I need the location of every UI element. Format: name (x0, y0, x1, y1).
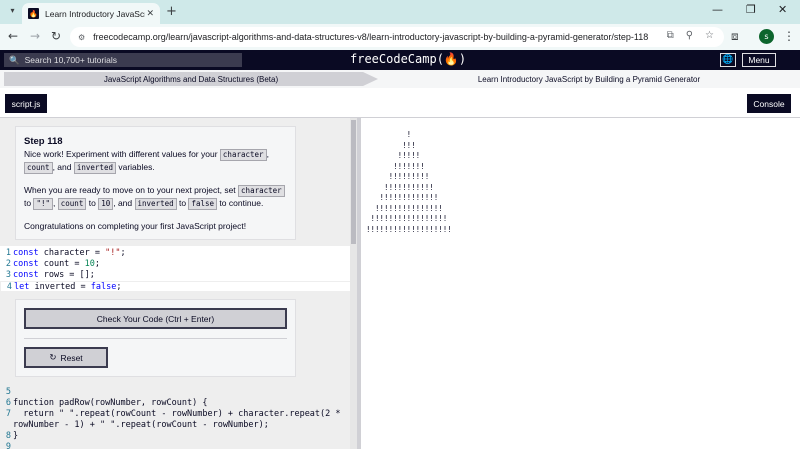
code-chip: character (219, 149, 267, 161)
tab-list-icon[interactable]: ▾ (6, 4, 19, 17)
editable-code-region[interactable]: 1 const character = "!"; 2 const count =… (0, 246, 357, 292)
minimize-icon[interactable]: — (712, 3, 723, 16)
scrollbar-thumb[interactable] (351, 120, 356, 244)
breadcrumb: JavaScript Algorithms and Data Structure… (0, 70, 800, 88)
editor-pane: Step 118 Nice work! Experiment with diff… (0, 118, 357, 449)
address-bar[interactable]: ⚙ freecodecamp.org/learn/javascript-algo… (70, 27, 724, 47)
extensions-icon[interactable]: ⧈ (731, 29, 739, 44)
code-chip: 10 (98, 198, 114, 210)
editor-scrollbar[interactable] (350, 118, 357, 449)
reload-icon[interactable]: ↻ (51, 29, 61, 43)
code-chip: "!" (33, 198, 54, 210)
url-text: freecodecamp.org/learn/javascript-algori… (93, 32, 649, 42)
reset-icon: ↻ (49, 352, 57, 362)
fcc-logo[interactable]: freeCodeCamp(🔥) (350, 52, 466, 66)
code-line[interactable]: 8 } (0, 431, 18, 442)
browser-tab[interactable]: 🔥 Learn Introductory JavaScript b ✕ (22, 3, 160, 24)
search-input[interactable]: 🔍 Search 10,700+ tutorials (4, 53, 242, 67)
browser-toolbar: ← → ↻ ⚙ freecodecamp.org/learn/javascrip… (0, 24, 800, 50)
restore-icon[interactable]: ❐ (746, 3, 756, 16)
preview-pane: ! !!! !!!!! !!!!!!! !!!!!!!!! !!!!!!!!!!… (361, 118, 800, 449)
back-icon[interactable]: ← (8, 29, 18, 43)
avatar[interactable]: s (759, 29, 774, 44)
breadcrumb-block[interactable]: Learn Introductory JavaScript by Buildin… (380, 72, 798, 86)
code-chip: character (238, 185, 285, 197)
code-line[interactable]: 3 const rows = []; (0, 270, 95, 281)
close-tab-icon[interactable]: ✕ (146, 9, 154, 19)
code-line[interactable]: 9 (0, 442, 13, 449)
new-tab-icon[interactable]: + (166, 4, 177, 19)
step-description: Step 118 Nice work! Experiment with diff… (15, 126, 296, 240)
divider (24, 338, 287, 339)
language-globe-icon[interactable]: 🌐 (720, 53, 736, 67)
step-paragraph-2: When you are ready to move on to your ne… (24, 184, 287, 210)
code-chip: inverted (134, 198, 177, 210)
code-line[interactable]: 6 function padRow(rowNumber, rowCount) { (0, 398, 208, 409)
code-chip: inverted (73, 162, 116, 174)
step-title: Step 118 (24, 136, 63, 147)
tab-script-js[interactable]: script.js (5, 94, 47, 113)
bookmark-star-icon[interactable]: ☆ (705, 30, 714, 41)
site-info-icon[interactable]: ⚙ (78, 33, 85, 42)
more-options-icon[interactable]: ⋮ (783, 29, 795, 43)
action-panel: Check Your Code (Ctrl + Enter) ↻ Reset (15, 299, 296, 377)
code-line-active[interactable]: 4 let inverted = false; (0, 281, 357, 292)
search-icon: 🔍 (9, 54, 20, 65)
browser-tabstrip: ▾ 🔥 Learn Introductory JavaScript b ✕ + … (0, 0, 800, 24)
zoom-icon[interactable]: ⚲ (686, 30, 693, 41)
code-line[interactable]: 1 const character = "!"; (0, 248, 126, 259)
code-region-lower[interactable]: 5 6 function padRow(rowNumber, rowCount)… (0, 383, 350, 449)
code-line[interactable]: 7 return " ".repeat(rowCount - rowNumber… (0, 409, 341, 420)
close-window-icon[interactable]: ✕ (778, 3, 787, 16)
pyramid-output: ! !!! !!!!! !!!!!!! !!!!!!!!! !!!!!!!!!!… (366, 130, 452, 234)
step-paragraph-1: Nice work! Experiment with different val… (24, 149, 269, 174)
editor-tabbar: script.js Console (0, 88, 800, 118)
fcc-favicon-icon: 🔥 (28, 8, 39, 19)
breadcrumb-superblock[interactable]: JavaScript Algorithms and Data Structure… (4, 72, 378, 86)
menu-button[interactable]: Menu (742, 53, 776, 67)
fcc-navbar: 🔍 Search 10,700+ tutorials freeCodeCamp(… (0, 50, 800, 70)
step-paragraph-3: Congratulations on completing your first… (24, 221, 247, 231)
code-line-wrapped[interactable]: rowNumber - 1) + " ".repeat(rowCount - r… (0, 420, 269, 431)
code-chip: false (188, 198, 218, 210)
code-chip: count (24, 162, 53, 174)
tab-title: Learn Introductory JavaScript b (45, 8, 145, 19)
code-line[interactable]: 5 (0, 387, 13, 398)
check-code-button[interactable]: Check Your Code (Ctrl + Enter) (24, 308, 287, 329)
reset-button[interactable]: ↻ Reset (24, 347, 108, 368)
console-button[interactable]: Console (747, 94, 791, 113)
forward-icon[interactable]: → (30, 29, 40, 43)
code-line[interactable]: 2 const count = 10; (0, 259, 100, 270)
code-chip: count (57, 198, 87, 210)
search-placeholder: Search 10,700+ tutorials (24, 55, 117, 65)
install-icon[interactable]: ⧉ (667, 30, 674, 41)
